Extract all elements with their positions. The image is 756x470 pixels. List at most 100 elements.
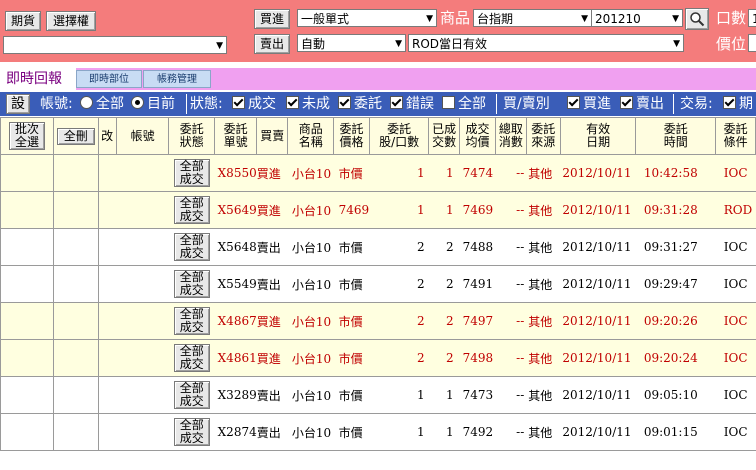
status-cell: 全部 成交 <box>168 265 215 303</box>
price-input[interactable] <box>748 34 756 52</box>
account-select[interactable]: ▼ <box>3 36 227 54</box>
header-avg-price[interactable]: 成交 均價 <box>459 117 496 155</box>
table-row[interactable]: 全部 成交 X5549 賣出 小台10 市價 2 2 7491 -- 其他 2012/10/11 09… <box>0 265 756 303</box>
side-cell: 買進 <box>256 191 288 229</box>
product-select[interactable]: 台指期 ▼ <box>473 9 592 27</box>
header-valid-date[interactable]: 有效 日期 <box>559 117 637 155</box>
product-cell: 小台10 <box>287 413 334 451</box>
account-current-radio[interactable]: 目前 <box>131 95 175 113</box>
header-source[interactable]: 委託 來源 <box>525 117 561 155</box>
fill-all-status-button[interactable]: 全部 成交 <box>173 344 210 372</box>
status-cell: 全部 成交 <box>168 302 215 340</box>
source-cell: 其他 <box>526 339 561 377</box>
avg-price-cell: 7491 <box>459 265 496 303</box>
fill-all-status-button[interactable]: 全部 成交 <box>173 381 210 409</box>
header-order-no[interactable]: 委託 單號 <box>214 117 258 155</box>
fill-all-status-button[interactable]: 全部 成交 <box>173 159 210 187</box>
tif-select[interactable]: ROD當日有效 ▼ <box>408 34 684 52</box>
account-cell <box>116 376 169 414</box>
table-row[interactable]: 全部 成交 X5648 賣出 小台10 市價 2 2 7488 -- 其他 2012/10/11 09… <box>0 228 756 266</box>
fill-all-status-button[interactable]: 全部 成交 <box>173 196 210 224</box>
batch-select-cell <box>0 413 55 451</box>
table-row[interactable]: 全部 成交 X5649 買進 小台10 7469 1 1 7469 -- 其他 2012/10/11… <box>0 191 756 229</box>
status-all-checkbox[interactable]: 全部 <box>442 95 486 113</box>
status-unfilled-checkbox[interactable]: 未成 <box>286 95 330 113</box>
sell-button[interactable]: 賣出 <box>254 34 290 54</box>
delete-cell <box>53 339 99 377</box>
header-order-time[interactable]: 委託 時間 <box>635 117 717 155</box>
options-button[interactable]: 選擇權 <box>46 11 96 31</box>
batch-select-cell <box>0 228 55 266</box>
status-entrusted-checkbox[interactable]: 委託 <box>338 95 382 113</box>
account-cell <box>116 154 169 192</box>
header-condition[interactable]: 委託 條件 <box>715 117 756 155</box>
modify-cell <box>98 265 117 303</box>
trade-filter-label: 交易: <box>680 96 713 112</box>
modify-cell <box>98 228 117 266</box>
fill-all-status-button[interactable]: 全部 成交 <box>173 270 210 298</box>
fill-all-status-button[interactable]: 全部 成交 <box>173 418 210 446</box>
avg-price-cell: 7498 <box>459 339 496 377</box>
side-cell: 賣出 <box>256 228 288 266</box>
month-value: 201210 <box>595 12 641 26</box>
status-error-checkbox[interactable]: 錯誤 <box>390 95 434 113</box>
account-filter-label: 帳號: <box>40 96 73 112</box>
sell-filter-checkbox[interactable]: 賣出 <box>620 95 664 113</box>
sell-filter-label: 賣出 <box>636 96 664 112</box>
table-row[interactable]: 全部 成交 X4861 買進 小台10 市價 2 2 7498 -- 其他 2012/10/11 09… <box>0 339 756 377</box>
trade-futures-checkbox[interactable]: 期 <box>723 95 753 113</box>
table-row[interactable]: 全部 成交 X8550 買進 小台10 市價 1 1 7474 -- 其他 2012/10/11 10… <box>0 154 756 192</box>
delete-cell <box>53 413 99 451</box>
header-account[interactable]: 帳號 <box>115 117 170 155</box>
header-qty[interactable]: 委託 股/口數 <box>369 117 430 155</box>
month-select[interactable]: 201210 ▼ <box>591 9 683 27</box>
table-row[interactable]: 全部 成交 X4867 買進 小台10 市價 2 2 7497 -- 其他 2012/10/11 09… <box>0 302 756 340</box>
cancel-cell: -- <box>495 302 527 340</box>
lots-input[interactable]: 1 <box>748 9 756 27</box>
search-button[interactable] <box>685 8 709 30</box>
auto-select[interactable]: 自動 ▼ <box>297 34 406 52</box>
table-row[interactable]: 全部 成交 X2874 賣出 小台10 市價 1 1 7492 -- 其他 2012/10/11 09… <box>0 413 756 451</box>
buy-filter-checkbox[interactable]: 買進 <box>567 95 611 113</box>
modify-cell <box>98 376 117 414</box>
header-buysell[interactable]: 買賣 <box>256 117 289 155</box>
tab-account-management[interactable]: 帳務管理 <box>143 70 211 88</box>
buy-button[interactable]: 買進 <box>254 9 290 29</box>
header-product[interactable]: 商品 名稱 <box>287 117 335 155</box>
delete-cell <box>53 376 99 414</box>
tab-realtime-report[interactable]: 即時回報 <box>0 68 76 90</box>
product-cell: 小台10 <box>287 154 334 192</box>
date-cell: 2012/10/11 <box>560 376 636 414</box>
divider <box>496 94 497 114</box>
order-no-cell: X4867 <box>214 302 257 340</box>
futures-button[interactable]: 期貨 <box>5 11 41 31</box>
account-all-radio[interactable]: 全部 <box>80 95 124 113</box>
condition-cell: IOC <box>715 265 756 303</box>
chevron-down-icon: ▼ <box>672 14 679 24</box>
price-cell: 市價 <box>333 265 370 303</box>
settings-button[interactable]: 設 <box>6 94 30 114</box>
condition-cell: IOC <box>715 339 756 377</box>
cancel-cell: -- <box>495 376 527 414</box>
tab-realtime-position[interactable]: 即時部位 <box>76 70 142 88</box>
delete-all-button[interactable]: 全刪 <box>56 127 95 145</box>
header-cancel-qty[interactable]: 總取 消數 <box>494 117 527 155</box>
date-cell: 2012/10/11 <box>560 228 636 266</box>
header-batch-select[interactable]: 批次 全選 <box>0 117 55 155</box>
condition-cell: ROD <box>715 191 756 229</box>
header-delete-all[interactable]: 全刪 <box>53 117 99 155</box>
status-cell: 全部 成交 <box>168 191 215 229</box>
table-row[interactable]: 全部 成交 X3289 賣出 小台10 市價 1 1 7473 -- 其他 2012/10/11 09… <box>0 376 756 414</box>
status-filled-checkbox[interactable]: 成交 <box>232 95 276 113</box>
header-status[interactable]: 委託 狀態 <box>168 117 216 155</box>
header-price[interactable]: 委託 價格 <box>333 117 371 155</box>
order-type-select[interactable]: 一般單式 ▼ <box>297 9 437 27</box>
source-cell: 其他 <box>526 413 561 451</box>
side-cell: 買進 <box>256 302 288 340</box>
fill-all-status-button[interactable]: 全部 成交 <box>173 307 210 335</box>
batch-select-all-button[interactable]: 批次 全選 <box>9 122 46 150</box>
chevron-down-icon: ▼ <box>673 39 680 49</box>
fill-all-status-button[interactable]: 全部 成交 <box>173 233 210 261</box>
account-cell <box>116 228 169 266</box>
header-filled-qty[interactable]: 已成 交數 <box>428 117 461 155</box>
